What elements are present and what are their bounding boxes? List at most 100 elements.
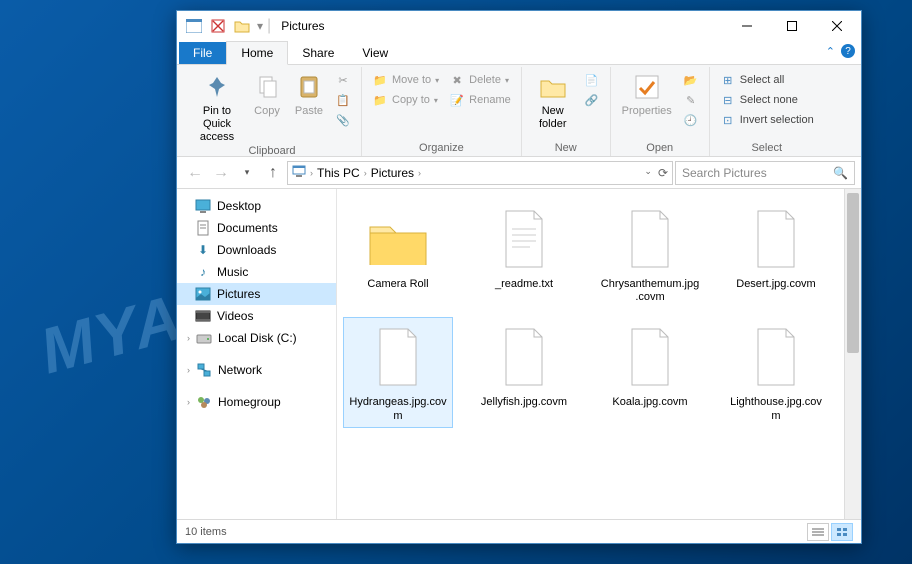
rename-button[interactable]: 📝Rename — [445, 91, 515, 109]
select-all-button[interactable]: ⊞Select all — [716, 71, 818, 89]
pictures-icon — [195, 286, 211, 302]
history-icon: 🕘 — [683, 112, 699, 128]
delete-icon: ✖ — [449, 72, 465, 88]
nav-desktop[interactable]: Desktop — [177, 195, 336, 217]
qat-explorer-icon[interactable] — [183, 15, 205, 37]
edit-icon: ✎ — [683, 92, 699, 108]
copy-to-icon: 📁 — [372, 92, 388, 108]
select-none-button[interactable]: ⊟Select none — [716, 91, 818, 109]
history-button[interactable]: 🕘 — [679, 111, 703, 129]
nav-pictures[interactable]: Pictures — [177, 283, 336, 305]
blank-file-icon — [626, 327, 674, 387]
addr-pc-icon — [292, 165, 306, 180]
breadcrumb-this-pc[interactable]: This PC› — [317, 166, 367, 180]
breadcrumb-pictures[interactable]: Pictures› — [371, 166, 421, 180]
details-view-button[interactable] — [807, 523, 829, 541]
text-file-icon — [500, 209, 548, 269]
properties-icon — [631, 71, 663, 103]
delete-button[interactable]: ✖Delete▾ — [445, 71, 515, 89]
maximize-button[interactable] — [769, 12, 814, 40]
downloads-icon: ⬇ — [195, 242, 211, 258]
tab-file[interactable]: File — [179, 42, 226, 64]
file-readme[interactable]: _readme.txt — [469, 199, 579, 309]
easy-access-button[interactable]: 🔗 — [580, 91, 604, 109]
paste-shortcut-button[interactable]: 📎 — [331, 111, 355, 129]
folder-icon — [366, 213, 430, 265]
ribbon-tabs: File Home Share View ⌃ ? — [177, 41, 861, 65]
pin-to-quick-access-button[interactable]: Pin to Quick access — [189, 67, 245, 145]
minimize-button[interactable] — [724, 12, 769, 40]
file-hydrangeas[interactable]: Hydrangeas.jpg.covm — [343, 317, 453, 427]
address-bar[interactable]: › This PC› Pictures› ⌄ ⟳ — [287, 161, 673, 185]
new-item-button[interactable]: 📄 — [580, 71, 604, 89]
ribbon-label-select: Select — [751, 142, 782, 156]
tab-home[interactable]: Home — [226, 41, 288, 65]
tab-view[interactable]: View — [348, 42, 402, 64]
nav-downloads[interactable]: ⬇Downloads — [177, 239, 336, 261]
file-chrysanthemum[interactable]: Chrysanthemum.jpg.covm — [595, 199, 705, 309]
explorer-window: ▾ | Pictures File Home Share View ⌃ ? Pi… — [176, 10, 862, 544]
file-lighthouse[interactable]: Lighthouse.jpg.covm — [721, 317, 831, 427]
copy-path-button[interactable]: 📋 — [331, 91, 355, 109]
copy-button[interactable]: Copy — [247, 67, 287, 118]
blank-file-icon — [752, 327, 800, 387]
disk-icon — [196, 330, 212, 346]
folder-camera-roll[interactable]: Camera Roll — [343, 199, 453, 309]
ribbon-group-new: New folder 📄 🔗 New — [522, 67, 611, 156]
back-button[interactable]: ← — [183, 161, 207, 185]
videos-icon — [195, 308, 211, 324]
invert-selection-button[interactable]: ⊡Invert selection — [716, 111, 818, 129]
ribbon-group-clipboard: Pin to Quick access Copy Paste ✂ 📋 📎 Cli… — [183, 67, 362, 156]
tab-share[interactable]: Share — [288, 42, 348, 64]
new-item-icon: 📄 — [584, 72, 600, 88]
recent-locations-button[interactable]: ▾ — [235, 161, 259, 185]
close-button[interactable] — [814, 12, 859, 40]
file-koala[interactable]: Koala.jpg.covm — [595, 317, 705, 427]
open-button[interactable]: 📂 — [679, 71, 703, 89]
copy-to-button[interactable]: 📁Copy to▾ — [368, 91, 443, 109]
paste-button[interactable]: Paste — [289, 67, 329, 118]
help-icon[interactable]: ? — [841, 44, 855, 58]
ribbon-group-organize: 📁Move to▾ 📁Copy to▾ ✖Delete▾ 📝Rename Org… — [362, 67, 522, 156]
edit-button[interactable]: ✎ — [679, 91, 703, 109]
file-jellyfish[interactable]: Jellyfish.jpg.covm — [469, 317, 579, 427]
paste-shortcut-icon: 📎 — [335, 112, 351, 128]
nav-documents[interactable]: Documents — [177, 217, 336, 239]
documents-icon — [195, 220, 211, 236]
blank-file-icon — [500, 327, 548, 387]
addr-dropdown-icon[interactable]: ⌄ — [644, 166, 652, 180]
refresh-icon[interactable]: ⟳ — [658, 166, 668, 180]
qat-folder-icon[interactable] — [231, 15, 253, 37]
file-list[interactable]: Camera Roll _readme.txt Chrysanthemum.jp… — [337, 189, 844, 519]
nav-videos[interactable]: Videos — [177, 305, 336, 327]
blank-file-icon — [626, 209, 674, 269]
nav-network[interactable]: ›Network — [177, 359, 336, 381]
forward-button[interactable]: → — [209, 161, 233, 185]
up-button[interactable]: ↑ — [261, 161, 285, 185]
scrollbar-thumb[interactable] — [847, 193, 859, 353]
nav-local-disk[interactable]: ›Local Disk (C:) — [177, 327, 336, 349]
new-folder-button[interactable]: New folder — [528, 67, 578, 131]
nav-music[interactable]: ♪Music — [177, 261, 336, 283]
qat-properties-icon[interactable] — [207, 15, 229, 37]
nav-homegroup[interactable]: ›Homegroup — [177, 391, 336, 413]
properties-button[interactable]: Properties — [617, 67, 677, 118]
icons-view-button[interactable] — [831, 523, 853, 541]
titlebar: ▾ | Pictures — [177, 11, 861, 41]
blank-file-icon — [374, 327, 422, 387]
search-input[interactable]: Search Pictures 🔍 — [675, 161, 855, 185]
explorer-body: Desktop Documents ⬇Downloads ♪Music Pict… — [177, 189, 861, 519]
status-bar: 10 items — [177, 519, 861, 543]
pin-icon — [201, 71, 233, 103]
navigation-pane: Desktop Documents ⬇Downloads ♪Music Pict… — [177, 189, 337, 519]
file-desert[interactable]: Desert.jpg.covm — [721, 199, 831, 309]
cut-button[interactable]: ✂ — [331, 71, 355, 89]
window-title: Pictures — [281, 19, 324, 33]
collapse-ribbon-icon[interactable]: ⌃ — [826, 45, 835, 58]
move-to-button[interactable]: 📁Move to▾ — [368, 71, 443, 89]
paste-icon — [293, 71, 325, 103]
select-all-icon: ⊞ — [720, 72, 736, 88]
vertical-scrollbar[interactable] — [844, 189, 861, 519]
rename-icon: 📝 — [449, 92, 465, 108]
content-wrap: Camera Roll _readme.txt Chrysanthemum.jp… — [337, 189, 861, 519]
